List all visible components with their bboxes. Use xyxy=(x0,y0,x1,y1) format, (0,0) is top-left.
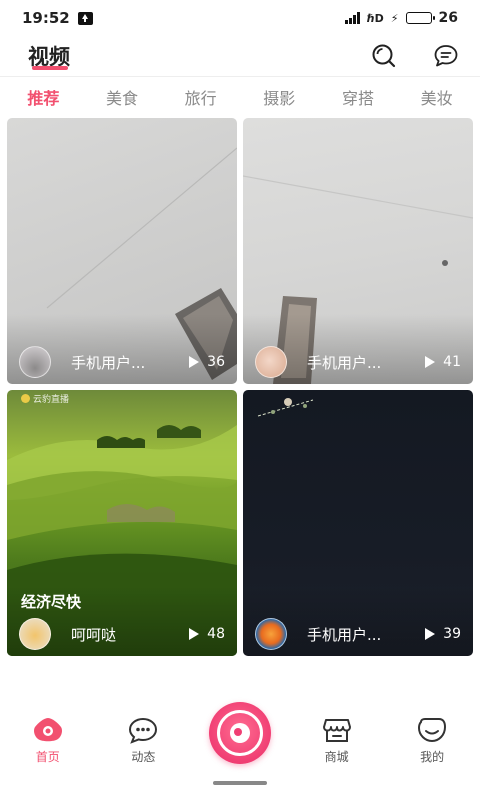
nav-moments-label: 动态 xyxy=(131,750,156,764)
nav-store-label: 商城 xyxy=(324,750,349,764)
tab-recommend[interactable]: 推荐 xyxy=(27,85,59,109)
video-card[interactable]: 手机用户... 39 xyxy=(243,390,473,656)
play-icon xyxy=(425,628,436,640)
tab-travel[interactable]: 旅行 xyxy=(185,85,217,109)
author-name[interactable]: 呵呵哒 xyxy=(71,624,163,645)
hd-icon: ℏD xyxy=(366,11,384,25)
avatar[interactable] xyxy=(19,346,51,378)
profile-icon xyxy=(418,718,447,743)
nav-profile-label: 我的 xyxy=(420,750,445,764)
author-name[interactable]: 手机用户... xyxy=(71,352,163,373)
video-card[interactable]: 云豹直播 经济尽快 呵呵哒 48 xyxy=(7,390,237,656)
avatar[interactable] xyxy=(255,346,287,378)
play-count: 39 xyxy=(425,626,461,642)
play-count-value: 39 xyxy=(443,626,461,642)
nav-home-label: 首页 xyxy=(35,750,60,764)
status-bar: 19:52 ℏD ⚡ 26 xyxy=(0,0,480,36)
home-indicator[interactable] xyxy=(213,781,267,785)
search-icon[interactable] xyxy=(370,42,398,70)
upload-icon xyxy=(77,11,93,25)
header-divider xyxy=(0,76,480,77)
author-name[interactable]: 手机用户... xyxy=(307,352,399,373)
play-count-value: 41 xyxy=(443,354,461,370)
signal-icon xyxy=(345,12,360,24)
record-icon xyxy=(217,710,263,756)
nav-profile[interactable]: 我的 xyxy=(402,716,462,765)
record-button[interactable] xyxy=(209,702,271,764)
home-icon xyxy=(33,718,62,742)
watermark: 云豹直播 xyxy=(21,392,69,405)
play-icon xyxy=(189,628,200,640)
header: 视频 xyxy=(0,36,480,76)
nav-home[interactable]: 首页 xyxy=(18,716,78,765)
tab-food[interactable]: 美食 xyxy=(106,85,138,109)
video-caption: 经济尽快 xyxy=(21,593,82,611)
moments-icon xyxy=(129,717,158,744)
title-underline xyxy=(32,66,68,70)
play-count: 41 xyxy=(425,354,461,370)
video-card[interactable]: 手机用户... 36 xyxy=(7,118,237,384)
category-tabs: 推荐 美食 旅行 摄影 穿搭 美妆 xyxy=(0,80,480,114)
avatar[interactable] xyxy=(255,618,287,650)
nav-moments[interactable]: 动态 xyxy=(113,716,173,765)
play-icon xyxy=(189,356,200,368)
status-time: 19:52 xyxy=(22,9,70,27)
play-count: 36 xyxy=(189,354,225,370)
author-name[interactable]: 手机用户... xyxy=(307,624,399,645)
play-icon xyxy=(425,356,436,368)
battery-icon xyxy=(405,12,435,24)
tab-photography[interactable]: 摄影 xyxy=(263,85,295,109)
nav-store[interactable]: 商城 xyxy=(307,716,367,765)
play-count-value: 36 xyxy=(207,354,225,370)
play-count: 48 xyxy=(189,626,225,642)
store-icon xyxy=(322,719,351,742)
tab-outfit[interactable]: 穿搭 xyxy=(342,85,374,109)
tab-makeup[interactable]: 美妆 xyxy=(421,85,453,109)
video-card[interactable]: 手机用户... 41 xyxy=(243,118,473,384)
charging-icon: ⚡ xyxy=(390,11,399,25)
play-count-value: 48 xyxy=(207,626,225,642)
avatar[interactable] xyxy=(19,618,51,650)
message-icon[interactable] xyxy=(432,42,460,70)
battery-level: 26 xyxy=(438,10,458,26)
